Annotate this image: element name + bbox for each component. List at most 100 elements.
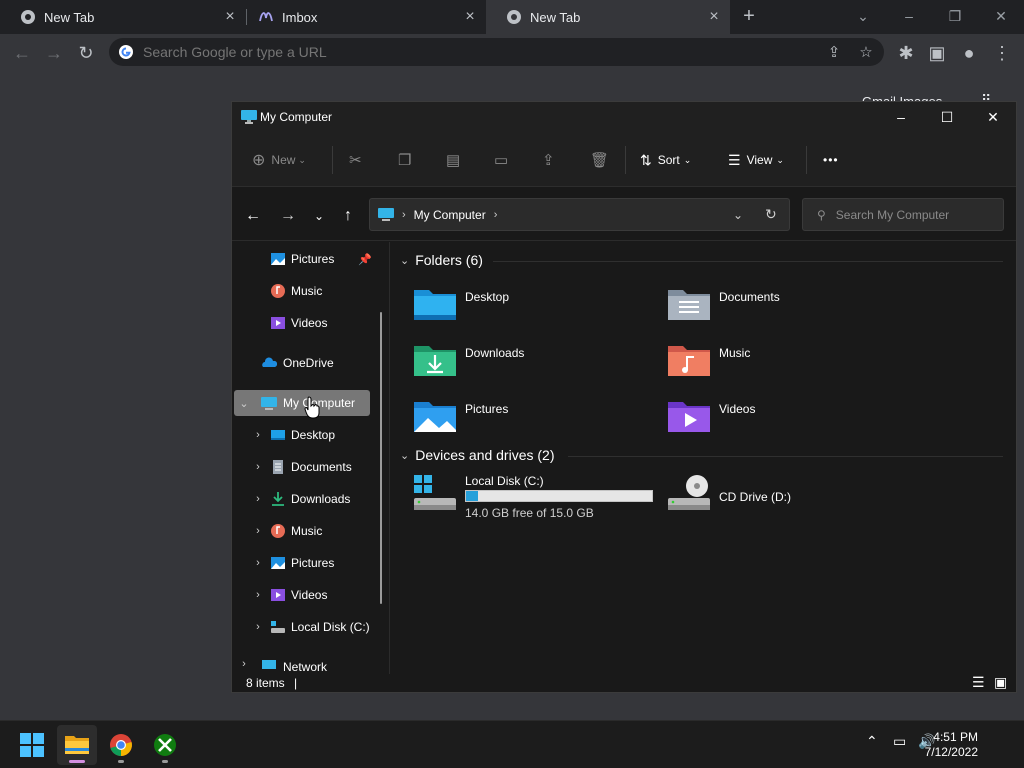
chevron-right-icon[interactable]: › [253, 589, 263, 601]
nav-item-videos-quick[interactable]: Videos [234, 310, 370, 336]
browser-tab-2[interactable]: Imbox × [238, 0, 486, 34]
nav-item-pictures-quick[interactable]: Pictures 📌 [234, 246, 372, 272]
drive-cd-d[interactable]: CD Drive (D:) [667, 474, 907, 518]
extensions-icon[interactable]: ✱ [893, 40, 919, 66]
chevron-right-icon[interactable]: › [253, 557, 263, 569]
close-window-icon[interactable]: ✕ [970, 102, 1016, 132]
chevron-right-icon[interactable]: › [253, 621, 263, 633]
status-bar: 8 items | ☰ ▣ [232, 674, 1016, 692]
folder-videos[interactable]: Videos [667, 396, 907, 440]
profile-icon[interactable]: ● [956, 40, 982, 66]
recent-locations-icon[interactable]: ⌄ [309, 206, 329, 226]
rename-icon[interactable]: ▭ [494, 149, 508, 171]
chevron-right-icon[interactable]: › [253, 525, 263, 537]
view-label: View [746, 153, 773, 167]
paste-icon[interactable]: ▤ [446, 149, 460, 171]
drive-local-disk-c[interactable]: Local Disk (C:) 14.0 GB free of 15.0 GB [413, 474, 673, 530]
close-tab-icon[interactable]: × [222, 9, 238, 25]
forward-icon[interactable]: → [41, 40, 67, 66]
taskbar-chrome[interactable] [101, 725, 141, 765]
chevron-down-icon: ⌄ [400, 449, 410, 462]
omnibox[interactable]: ⇪ ☆ [109, 38, 884, 66]
browser-tab-3[interactable]: New Tab × [486, 0, 730, 34]
share-icon[interactable]: ⇪ [825, 44, 843, 62]
running-indicator [162, 760, 168, 763]
reload-icon[interactable]: ↻ [73, 40, 99, 66]
chevron-right-icon[interactable]: › [253, 429, 263, 441]
minimize-icon[interactable]: – [895, 5, 923, 27]
address-dropdown-icon[interactable]: ⌄ [733, 208, 743, 222]
forward-icon[interactable]: → [278, 206, 298, 226]
close-tab-icon[interactable]: × [706, 9, 722, 25]
share-icon[interactable]: ⇪ [542, 149, 555, 171]
group-divider [493, 261, 1003, 262]
tiles-view-icon[interactable]: ▣ [994, 674, 1007, 691]
folder-pictures[interactable]: Pictures [413, 396, 653, 440]
delete-icon[interactable]: 🗑 [590, 149, 609, 171]
nav-item-music-quick[interactable]: Music [234, 278, 370, 304]
minimize-icon[interactable]: – [878, 102, 924, 132]
drive-usage-fill [466, 491, 479, 501]
bookmark-star-icon[interactable]: ☆ [857, 44, 875, 62]
close-tab-icon[interactable]: × [462, 9, 478, 25]
show-hidden-icons-icon[interactable]: ⌃ [866, 733, 878, 750]
nav-item-music[interactable]: › Music [234, 518, 370, 544]
chevron-right-icon: › [493, 208, 498, 221]
nav-item-desktop[interactable]: › Desktop [234, 422, 370, 448]
view-button[interactable]: ☰ View ⌄ [728, 149, 784, 171]
chevron-right-icon[interactable]: › [239, 658, 249, 670]
more-options-button[interactable]: ••• [823, 149, 839, 171]
folder-documents[interactable]: Documents [667, 284, 907, 328]
folder-downloads[interactable]: Downloads [413, 340, 653, 384]
address-bar[interactable]: › My Computer › ⌄ ↻ [369, 198, 790, 231]
chevron-right-icon[interactable]: › [253, 461, 263, 473]
close-window-icon[interactable]: ✕ [987, 5, 1015, 27]
up-icon[interactable]: ↑ [338, 206, 358, 226]
omnibox-input[interactable] [143, 44, 783, 60]
nav-item-my-computer[interactable]: ⌄ My Computer [234, 390, 370, 416]
nav-item-videos[interactable]: › Videos [234, 582, 370, 608]
chevron-down-icon[interactable]: ⌄ [239, 397, 249, 410]
copy-icon[interactable]: ❐ [398, 149, 411, 171]
side-panel-icon[interactable]: ▣ [924, 40, 950, 66]
chevron-right-icon[interactable]: › [253, 493, 263, 505]
breadcrumb-location[interactable]: My Computer [414, 208, 486, 222]
menu-icon[interactable]: ⋮ [989, 40, 1015, 66]
browser-tab-1[interactable]: New Tab × [0, 0, 246, 34]
explorer-title-bar[interactable]: My Computer – ☐ ✕ [232, 102, 1016, 132]
refresh-icon[interactable]: ↻ [765, 206, 777, 223]
chevron-down-icon: ⌄ [400, 254, 410, 267]
folder-label: Pictures [465, 402, 509, 416]
cut-icon[interactable]: ✂ [349, 149, 362, 171]
nav-item-documents[interactable]: › Documents [234, 454, 370, 480]
taskbar-xbox[interactable] [145, 725, 185, 765]
details-view-icon[interactable]: ☰ [972, 674, 985, 691]
back-icon[interactable]: ← [243, 206, 263, 226]
nav-item-downloads[interactable]: › Downloads [234, 486, 370, 512]
nav-item-local-disk[interactable]: › Local Disk (C:) [234, 614, 370, 640]
nav-item-network[interactable]: › Network [234, 654, 370, 674]
new-tab-button[interactable]: + [737, 5, 761, 29]
sort-button[interactable]: ⇅ Sort ⌄ [640, 149, 691, 171]
folder-desktop[interactable]: Desktop [413, 284, 653, 328]
taskbar-file-explorer[interactable] [57, 725, 97, 765]
tab-search-icon[interactable]: ⌄ [849, 5, 877, 27]
windows-taskbar: ⌃ ▭ 🔊 4:51 PM 7/12/2022 [0, 720, 1024, 768]
maximize-icon[interactable]: ☐ [924, 102, 970, 132]
nav-item-pictures[interactable]: › Pictures [234, 550, 370, 576]
folders-group-header[interactable]: ⌄ Folders (6) [400, 252, 483, 268]
drives-group-header[interactable]: ⌄ Devices and drives (2) [400, 447, 555, 463]
restore-icon[interactable]: ❐ [941, 5, 969, 27]
nav-item-onedrive[interactable]: OneDrive [234, 350, 370, 376]
computer-icon [241, 110, 257, 124]
nav-pane-scrollbar[interactable] [380, 312, 382, 604]
start-button[interactable] [12, 725, 52, 765]
back-icon[interactable]: ← [9, 40, 35, 66]
new-button[interactable]: ⊕ New ⌄ [252, 149, 306, 171]
clock-date: 7/12/2022 [924, 745, 978, 759]
network-icon[interactable]: ▭ [893, 733, 906, 750]
folder-label: Desktop [465, 290, 510, 304]
folder-music[interactable]: Music [667, 340, 907, 384]
system-clock[interactable]: 4:51 PM 7/12/2022 [925, 730, 978, 760]
search-box[interactable]: ⚲ Search My Computer [802, 198, 1004, 231]
